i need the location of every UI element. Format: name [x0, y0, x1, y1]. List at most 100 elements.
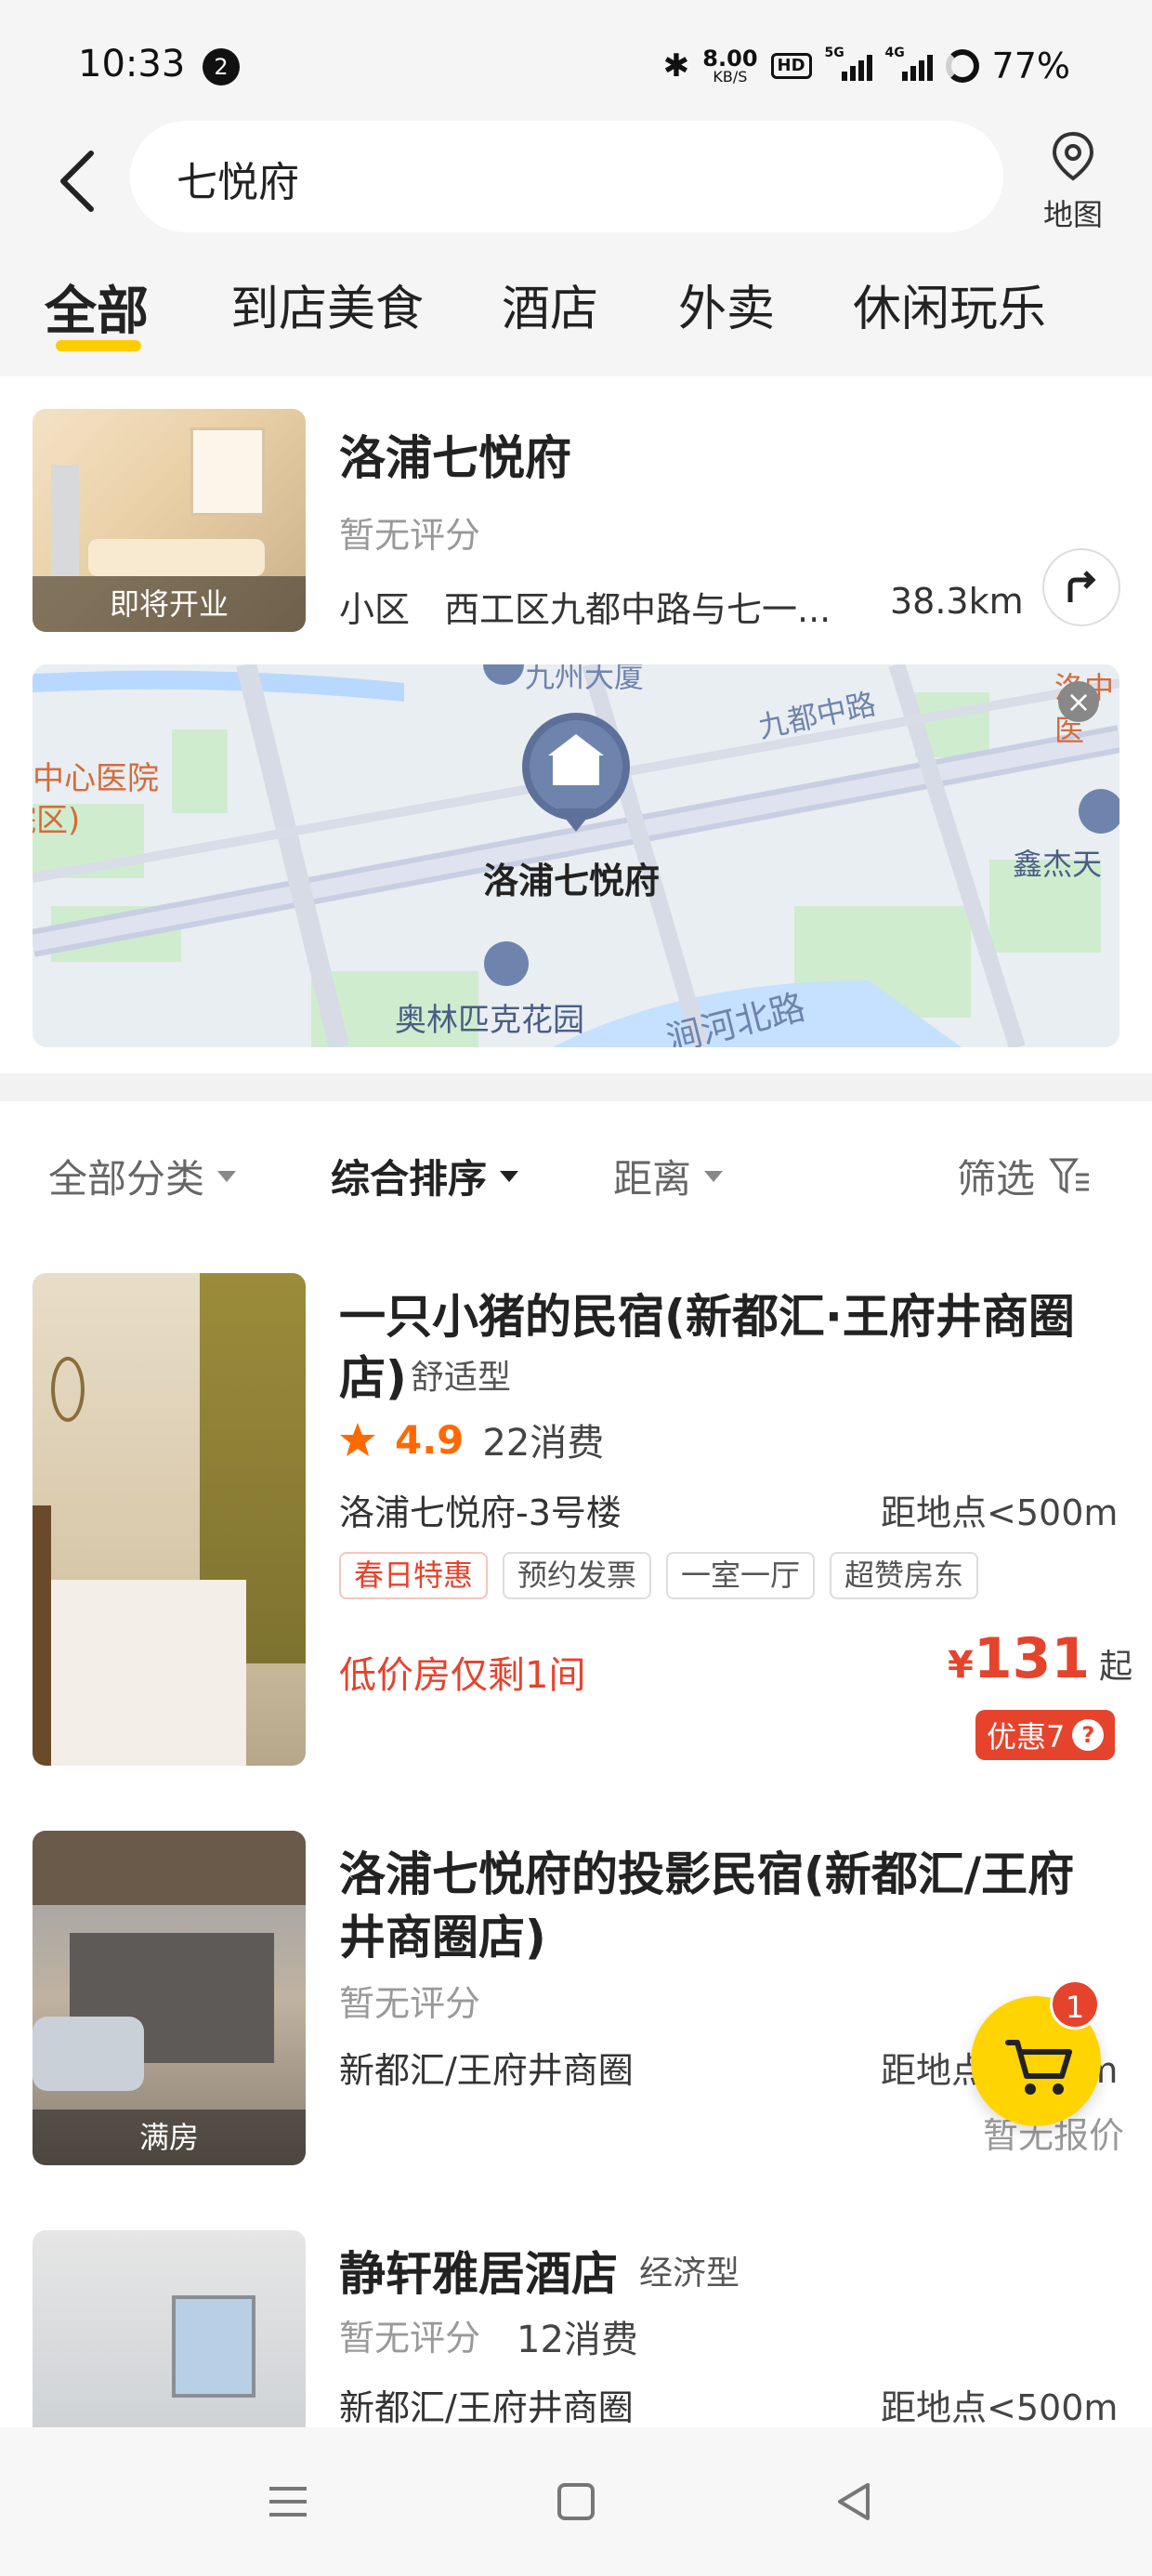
tag: 春日特惠 [339, 1552, 489, 1600]
listing-rating: 暂无评分 [339, 2318, 481, 2359]
listing-distance: 距地点<500m [881, 2387, 1119, 2428]
map-poi-label: 九州大厦 [525, 664, 645, 694]
low-stock-notice: 低价房仅剩1间 [339, 1654, 586, 1697]
signal-5g-icon: 5G [825, 46, 872, 81]
mirror [51, 1357, 85, 1422]
home-icon[interactable] [548, 2474, 604, 2530]
filter-sort-label: 综合排序 [331, 1156, 488, 1202]
search-input[interactable]: 七悦府 [130, 121, 1003, 232]
filter-category-label: 全部分类 [48, 1156, 205, 1202]
listing-rating: 4.9 [395, 1416, 465, 1463]
filter-distance[interactable]: 距离 [613, 1148, 724, 1204]
listing-title-line2: 店) [339, 1351, 407, 1405]
hd-icon: HD [770, 53, 812, 79]
bed [33, 1580, 246, 1766]
mini-map[interactable]: 洛浦七悦府 九州大厦 九都中路 中心医院 院区) 鑫杰天 奥林匹克花园 涧河北路… [33, 664, 1119, 1047]
signal-4g-label: 4G [884, 46, 905, 60]
discount-badge[interactable]: 优惠7 ? [975, 1710, 1116, 1760]
net-speed-unit: KB/S [713, 68, 748, 85]
listing-image [33, 2230, 306, 2430]
tab-dine-in[interactable]: 到店美食 [230, 269, 424, 339]
search-query: 七悦府 [177, 159, 299, 206]
top-result-category: 小区 [339, 589, 411, 630]
storefront-sign [33, 1831, 306, 1905]
back-nav-icon[interactable] [827, 2474, 883, 2530]
tab-all[interactable]: 全部 [45, 269, 149, 345]
window-frame [51, 465, 79, 576]
battery-icon [945, 49, 979, 83]
top-result-image: 即将开业 [33, 409, 306, 632]
map-marker-label: 洛浦七悦府 [483, 861, 661, 901]
filter-distance-label: 距离 [613, 1156, 692, 1202]
listing-image: 满房 [33, 1831, 306, 2165]
signal-5g-label: 5G [824, 46, 844, 60]
star-icon [340, 1423, 375, 1456]
full-house-tag: 满房 [33, 2109, 306, 2165]
back-button[interactable] [46, 144, 111, 218]
signal-4g-icon: 4G [885, 46, 933, 81]
top-result-card[interactable]: 即将开业 洛浦七悦府 暂无评分 小区 西工区九都中路与七一... 38.3km [0, 376, 1152, 1073]
top-result-address: 西工区九都中路与七一... [444, 589, 831, 630]
listing-location: 洛浦七悦府-3号楼 [339, 1492, 622, 1533]
location-pin-icon [1052, 131, 1094, 181]
price-value: 131 [973, 1626, 1091, 1691]
listing-consumptions: 22消费 [482, 1422, 605, 1465]
car [33, 2017, 144, 2091]
header: 10:33 2 ✱ 8.00 KB/S HD 5G 4G 77% 七悦府 地图 … [0, 0, 1152, 376]
status-time: 10:33 [78, 43, 186, 85]
net-speed: 8.00 KB/S [702, 47, 757, 85]
listing-location: 新都汇/王府井商圈 [339, 2050, 634, 2091]
price-suffix: 起 [1099, 1648, 1133, 1686]
listing-title-line2: 井商圈店) [339, 1911, 546, 1965]
tag: 一室一厅 [666, 1552, 816, 1600]
filter-button[interactable]: 筛选 [957, 1148, 1093, 1204]
section-divider [0, 1073, 1152, 1101]
wall-picture [190, 427, 265, 516]
filter-bar: 全部分类 综合排序 距离 筛选 [0, 1101, 1152, 1241]
map-poi-label: 中心医院 [33, 760, 159, 797]
battery-percent: 77% [991, 46, 1070, 86]
listing-consumptions: 12消费 [517, 2319, 638, 2361]
status-bar: 10:33 2 ✱ 8.00 KB/S HD 5G 4G 77% [0, 0, 1152, 121]
dropdown-triangle-icon [704, 1170, 724, 1182]
tag: 预约发票 [503, 1552, 652, 1600]
help-icon: ? [1072, 1719, 1105, 1751]
map-button[interactable]: 地图 [1031, 128, 1115, 232]
bed-frame [33, 1505, 51, 1766]
menu-icon[interactable] [260, 2474, 316, 2530]
dropdown-triangle-icon [217, 1170, 237, 1182]
notification-badge: 2 [203, 48, 240, 85]
status-icons: ✱ 8.00 KB/S HD 5G 4G 77% [663, 43, 1070, 89]
tab-hotel[interactable]: 酒店 [502, 269, 598, 339]
map-poi-label: 奥林匹克花园 [395, 1002, 584, 1039]
system-nav-bar [0, 2427, 1152, 2576]
map-close-icon[interactable]: × [1058, 681, 1099, 722]
listing-image [33, 1273, 306, 1766]
listing-distance: 距地点<500m [881, 1492, 1119, 1533]
listing-type: 舒适型 [411, 1359, 512, 1397]
map-poi-label: 鑫杰天 [1013, 847, 1103, 882]
tag: 超赞房东 [830, 1552, 979, 1600]
top-result-rating: 暂无评分 [339, 515, 481, 556]
route-arrow-icon [1067, 571, 1096, 602]
listing-card[interactable]: 一只小猪的民宿(新都汇·王府井商圈 店) 舒适型 4.9 22消费 洛浦七悦府-… [0, 1241, 1152, 1798]
listing-price: ¥131 起 [948, 1626, 1132, 1691]
cart-count-badge: 1 [1050, 1979, 1100, 2030]
bluetooth-icon: ✱ [662, 47, 690, 85]
sofa [88, 539, 265, 576]
filter-funnel-icon [1049, 1158, 1090, 1194]
listing-card[interactable]: 静轩雅居酒店 经济型 暂无评分 12消费 新都汇/王府井商圈 距地点<500m [0, 2198, 1152, 2430]
price-currency: ¥ [948, 1644, 974, 1687]
listing-tags: 春日特惠 预约发票 一室一厅 超赞房东 [339, 1552, 979, 1600]
filter-label: 筛选 [957, 1156, 1036, 1202]
back-arrow-icon [60, 151, 94, 212]
top-result-distance: 38.3km [890, 581, 1024, 622]
filter-category[interactable]: 全部分类 [48, 1148, 237, 1204]
net-speed-value: 8.00 [702, 46, 758, 72]
category-tabs: 全部 到店美食 酒店 外卖 休闲玩乐 [0, 260, 1152, 362]
tab-takeout[interactable]: 外卖 [678, 269, 775, 339]
route-button[interactable] [1042, 548, 1120, 626]
map-poi-label: 院区) [33, 802, 81, 839]
tab-leisure[interactable]: 休闲玩乐 [853, 269, 1046, 339]
filter-sort[interactable]: 综合排序 [331, 1148, 519, 1204]
